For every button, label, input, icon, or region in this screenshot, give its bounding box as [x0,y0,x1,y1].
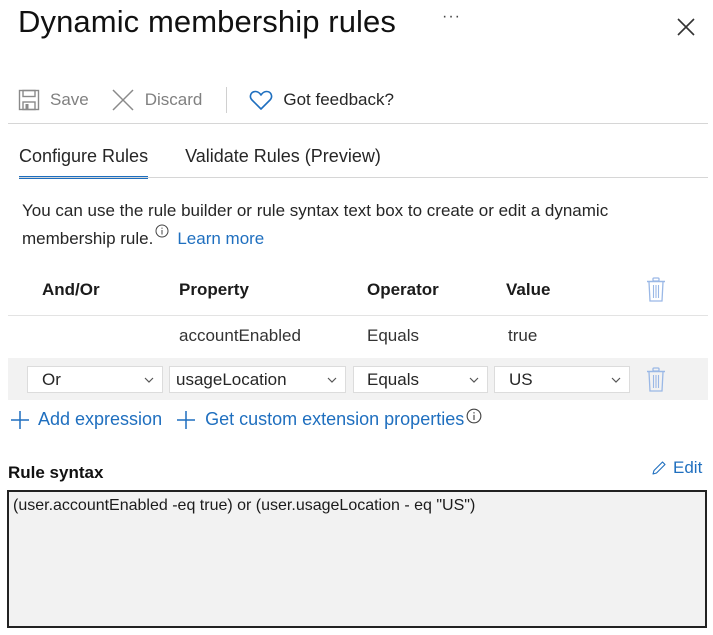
column-header-operator: Operator [367,280,439,299]
discard-button[interactable]: Discard [111,88,203,112]
row1-property: accountEnabled [179,326,301,345]
feedback-label: Got feedback? [283,90,394,109]
rule-syntax-label: Rule syntax [8,463,104,482]
operator-dropdown[interactable]: Equals [353,366,488,393]
learn-more-link[interactable]: Learn more [177,229,264,248]
builder-actions: Add expression Get custom extension prop… [10,408,482,430]
chevron-down-icon [144,377,154,383]
row1-value: true [508,326,538,345]
column-header-property: Property [179,280,249,299]
property-dropdown[interactable]: usageLocation [169,366,346,393]
feedback-button[interactable]: Got feedback? [249,89,394,111]
row1-operator: Equals [367,326,419,345]
add-expression-label: Add expression [38,409,163,429]
pencil-icon [652,461,666,475]
delete-all-trash-icon[interactable] [646,277,666,303]
save-label: Save [50,90,89,109]
tab-configure-rules[interactable]: Configure Rules [19,146,149,179]
tab-validate-rules[interactable]: Validate Rules (Preview) [185,146,381,179]
info-icon[interactable] [155,224,169,238]
tab-underline [19,177,708,178]
command-bar: Save Discard Got feedback? [18,86,416,114]
description: You can use the rule builder or rule syn… [22,198,702,252]
discard-label: Discard [144,90,203,109]
add-expression-button[interactable]: Add expression [10,409,162,430]
chevron-down-icon [611,377,621,383]
plus-icon [177,410,196,429]
edit-label: Edit [673,458,703,477]
toolbar-divider-line [8,123,708,124]
toolbar-divider [226,87,228,113]
value-dropdown[interactable]: US [494,366,630,393]
custom-extension-label: Get custom extension properties [205,409,465,429]
save-icon [18,89,40,111]
edit-rule-syntax-button[interactable]: Edit [651,458,702,478]
delete-row-trash-icon[interactable] [646,367,666,393]
column-header-value: Value [506,280,551,299]
column-header-and-or: And/Or [42,280,100,299]
info-icon[interactable] [466,408,482,424]
tab-list: Configure Rules Validate Rules (Preview) [19,146,418,179]
chevron-down-icon [327,377,337,383]
close-icon[interactable] [674,15,698,39]
header-divider [8,315,708,316]
page-title: Dynamic membership rules [18,4,396,39]
plus-icon [11,410,29,429]
discard-x-icon [112,89,134,111]
rule-syntax-textbox[interactable]: (user.accountEnabled -eq true) or (user.… [7,490,707,628]
description-text: You can use the rule builder or rule syn… [22,201,609,248]
more-options-button[interactable]: ··· [442,8,461,26]
get-custom-extension-properties-button[interactable]: Get custom extension properties [176,409,464,430]
save-button[interactable]: Save [18,89,89,111]
and-or-dropdown[interactable]: Or [27,366,163,393]
heart-icon [250,90,273,110]
chevron-down-icon [469,377,479,383]
